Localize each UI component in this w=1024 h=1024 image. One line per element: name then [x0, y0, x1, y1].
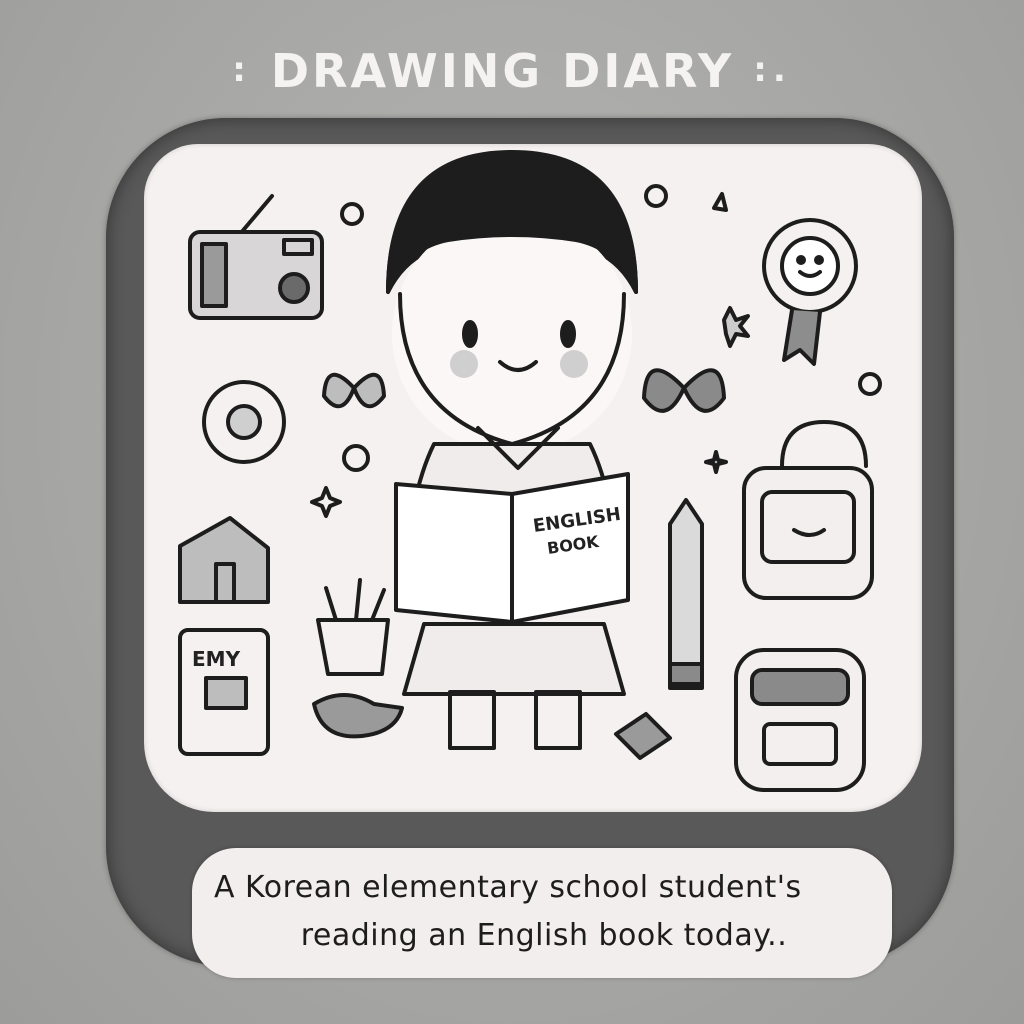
star-icon	[722, 306, 750, 348]
eraser-icon	[312, 693, 404, 739]
backpack-icon	[734, 648, 866, 792]
backpack-icon	[742, 420, 874, 600]
title-deco-right: :.	[753, 50, 792, 90]
circle-doodle	[340, 202, 364, 226]
page-title: : DRAWING DIARY :.	[0, 44, 1024, 98]
drawing-illustration: EMY ENGLISH BOOK	[178, 150, 882, 792]
caption-box: A Korean elementary school student's rea…	[192, 848, 892, 978]
flower-icon	[202, 380, 286, 464]
raindrop-icon	[712, 192, 728, 212]
house-icon	[178, 516, 270, 604]
butterfly-icon	[642, 368, 726, 413]
sharpener-icon	[614, 712, 672, 760]
caption-line-2: reading an English book today..	[300, 918, 788, 953]
pencil-icon	[668, 498, 704, 690]
flower-badge-icon	[762, 218, 858, 366]
sparkle-icon	[704, 450, 728, 474]
circle-doodle	[342, 444, 370, 472]
butterfly-icon	[322, 373, 386, 409]
child-figure	[386, 150, 638, 750]
title-text: DRAWING DIARY	[270, 44, 735, 98]
radio-icon	[188, 194, 324, 320]
circle-doodle	[644, 184, 668, 208]
caption-line-1: A Korean elementary school student's	[214, 870, 802, 905]
title-deco-left: :	[232, 50, 252, 90]
small-book-label: EMY	[192, 647, 241, 671]
pencil-cup-icon	[316, 578, 390, 676]
circle-doodle	[858, 372, 882, 396]
sparkle-icon	[310, 486, 342, 518]
